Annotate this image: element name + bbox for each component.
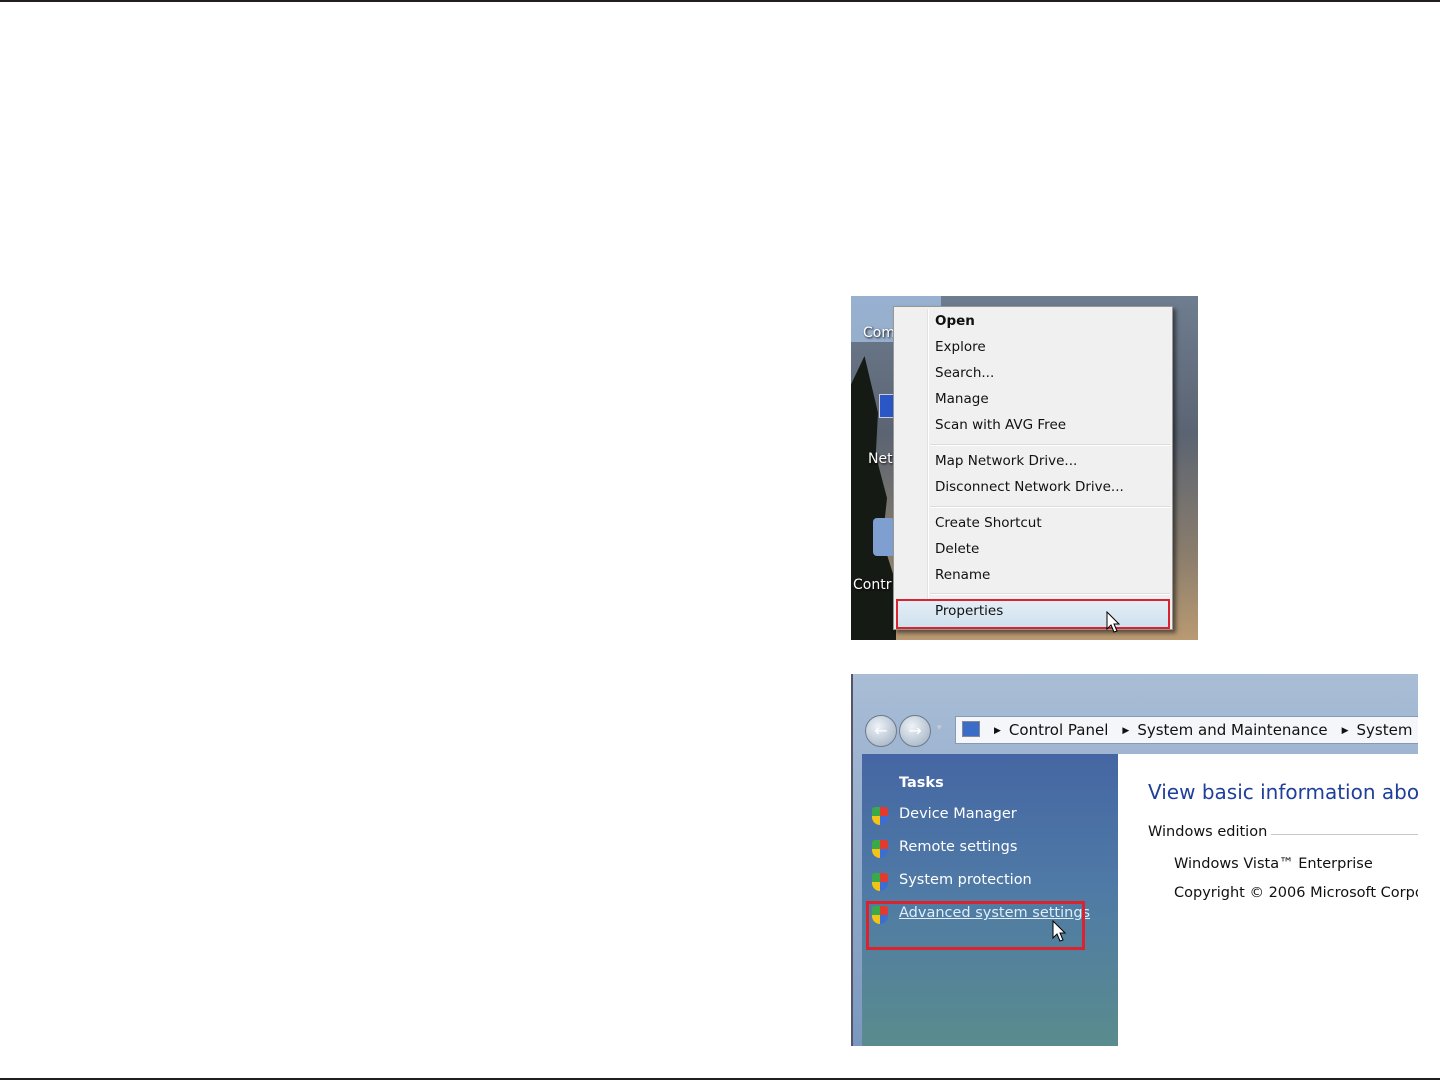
- uac-shield-icon: [872, 840, 888, 858]
- breadcrumb-system[interactable]: System: [1357, 717, 1413, 743]
- history-dropdown-icon[interactable]: ▾: [937, 723, 942, 733]
- uac-shield-icon: [872, 807, 888, 825]
- mouse-cursor-icon: [1052, 920, 1067, 942]
- task-device-manager[interactable]: Device Manager: [899, 806, 1017, 822]
- context-menu-screenshot: Com Net Contr Open Explore Search... Man…: [851, 296, 1198, 640]
- menu-item-manage[interactable]: Manage: [935, 391, 989, 407]
- menu-item-create-shortcut[interactable]: Create Shortcut: [935, 515, 1042, 531]
- menu-item-disconnect-network-drive[interactable]: Disconnect Network Drive...: [935, 479, 1124, 495]
- menu-separator: [930, 444, 1170, 446]
- menu-item-explore[interactable]: Explore: [935, 339, 986, 355]
- bottom-rule: [0, 1078, 1440, 1080]
- breadcrumb-system-maintenance[interactable]: System and Maintenance: [1137, 717, 1327, 743]
- menu-item-map-network-drive[interactable]: Map Network Drive...: [935, 453, 1077, 469]
- task-remote-settings[interactable]: Remote settings: [899, 839, 1017, 855]
- mouse-cursor-icon: [1106, 611, 1121, 633]
- windows-edition-value: Windows Vista™ Enterprise: [1174, 856, 1373, 872]
- menu-item-search[interactable]: Search...: [935, 365, 994, 381]
- menu-separator: [930, 506, 1170, 508]
- forward-button[interactable]: →: [899, 715, 931, 747]
- copyright-text: Copyright © 2006 Microsoft Corpora: [1174, 885, 1418, 901]
- breadcrumb-control-panel[interactable]: Control Panel: [1009, 717, 1108, 743]
- uac-shield-icon: [872, 873, 888, 891]
- task-system-protection[interactable]: System protection: [899, 872, 1032, 888]
- menu-item-scan-avg[interactable]: Scan with AVG Free: [935, 417, 1066, 433]
- menu-item-rename[interactable]: Rename: [935, 567, 990, 583]
- menu-gutter: [927, 309, 929, 627]
- desktop-icon-label[interactable]: Contr: [853, 577, 891, 593]
- menu-item-open[interactable]: Open: [935, 313, 975, 329]
- tasks-sidebar: Tasks Device Manager Remote settings Sys…: [862, 754, 1118, 1046]
- menu-separator: [930, 593, 1170, 595]
- breadcrumb-arrow-icon: ▶: [1341, 726, 1349, 736]
- document-page: Com Net Contr Open Explore Search... Man…: [0, 0, 1440, 1081]
- computer-icon: [962, 721, 980, 737]
- control-panel-icon: [873, 518, 895, 556]
- section-heading: Windows edition: [1148, 824, 1272, 840]
- navigation-bar: ← → ▾ ▶ Control Panel ▶ System and Maintena…: [863, 714, 1418, 748]
- system-window-screenshot: ← → ▾ ▶ Control Panel ▶ System and Maintena…: [851, 674, 1418, 1046]
- page-title: View basic information about y: [1148, 780, 1418, 804]
- back-button[interactable]: ←: [865, 715, 897, 747]
- breadcrumb-arrow-icon: ▶: [1122, 726, 1130, 736]
- desktop-icon-label[interactable]: Net: [868, 451, 893, 467]
- system-content-pane: View basic information about y Windows e…: [1118, 754, 1418, 1046]
- address-bar[interactable]: ▶ Control Panel ▶ System and Maintenance ▶ Sy…: [955, 716, 1418, 744]
- menu-item-properties[interactable]: Properties: [935, 603, 1003, 619]
- desktop-icon-label[interactable]: Com: [863, 325, 895, 341]
- menu-item-delete[interactable]: Delete: [935, 541, 979, 557]
- breadcrumb-arrow-icon: ▶: [994, 726, 1001, 736]
- top-rule: [0, 0, 1440, 2]
- context-menu: Open Explore Search... Manage Scan with …: [893, 306, 1173, 633]
- tasks-heading: Tasks: [899, 775, 944, 791]
- section-divider: [1258, 834, 1418, 835]
